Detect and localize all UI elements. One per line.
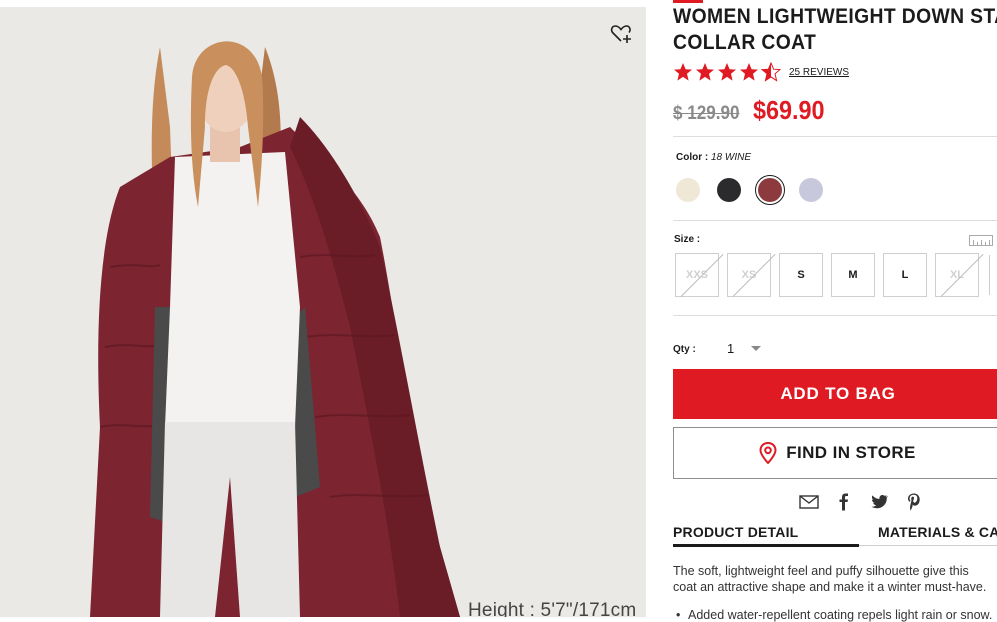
rating-row: 25 REVIEWS (673, 62, 849, 82)
size-option-xxs: XXS (675, 253, 719, 297)
star-full-icon (718, 63, 736, 81)
tab-product-detail[interactable]: PRODUCT DETAIL (673, 524, 798, 540)
color-label: Color : 18 WINE (676, 152, 751, 163)
twitter-icon[interactable] (869, 492, 889, 512)
product-title-line-2: COLLAR COAT (673, 31, 817, 54)
add-to-bag-button[interactable]: ADD TO BAG (673, 369, 997, 419)
color-label-text: Color : (676, 152, 709, 163)
size-option-l[interactable]: L (883, 253, 927, 297)
location-pin-icon (759, 442, 777, 464)
find-in-store-label: FIND IN STORE (786, 443, 916, 462)
product-image[interactable]: Height : 5'7"/171cm (0, 7, 646, 617)
find-in-store-button[interactable]: FIND IN STORE (673, 427, 997, 479)
product-title: WOMEN LIGHTWEIGHT DOWN STAND COLLAR COAT (673, 4, 997, 56)
pinterest-icon[interactable] (904, 492, 924, 512)
star-half-icon (761, 62, 781, 82)
divider (673, 315, 997, 316)
tab-baseline (859, 545, 997, 546)
product-info-tabs: PRODUCT DETAIL MATERIALS & CARE (673, 524, 997, 547)
product-description: The soft, lightweight feel and puffy sil… (673, 563, 997, 595)
red-accent-bar (673, 0, 703, 3)
selected-color-name: 18 WINE (711, 152, 752, 163)
model-height-caption: Height : 5'7"/171cm (468, 600, 637, 617)
size-chart-ruler-icon[interactable] (969, 235, 993, 246)
quantity-label: Qty : (673, 344, 696, 355)
description-line-1: The soft, lightweight feel and puffy sil… (673, 564, 969, 578)
chevron-down-icon (751, 345, 762, 351)
size-option-xs: XS (727, 253, 771, 297)
divider (673, 220, 997, 221)
star-rating (673, 62, 781, 82)
active-tab-indicator (673, 544, 859, 547)
quantity-select[interactable]: 1 (718, 338, 768, 358)
description-line-2: coat an attractive shape and make it a w… (673, 580, 987, 594)
size-option-s[interactable]: S (779, 253, 823, 297)
color-swatch-lavender[interactable] (799, 178, 823, 202)
size-label: Size : (674, 234, 701, 245)
email-icon[interactable] (799, 492, 819, 512)
color-swatch-wine[interactable] (755, 175, 785, 205)
size-overflow-edge (989, 255, 997, 295)
size-option-m[interactable]: M (831, 253, 875, 297)
reviews-link[interactable]: 25 REVIEWS (789, 67, 849, 78)
color-swatches (676, 175, 823, 205)
size-option-xl: XL (935, 253, 979, 297)
description-bullet: Added water-repellent coating repels lig… (676, 608, 997, 622)
star-full-icon (740, 63, 758, 81)
add-to-wishlist-icon[interactable] (609, 21, 633, 45)
share-icons (799, 492, 924, 512)
price-row: $ 129.90 $69.90 (673, 95, 833, 126)
star-full-icon (696, 63, 714, 81)
size-options: XXS XS S M L XL (675, 253, 979, 297)
tab-materials-care[interactable]: MATERIALS & CARE (878, 524, 997, 540)
quantity-value: 1 (727, 340, 735, 356)
model-photo (0, 7, 646, 617)
product-title-line-1: WOMEN LIGHTWEIGHT DOWN STAND (673, 5, 997, 28)
star-full-icon (674, 63, 692, 81)
original-price: $ 129.90 (673, 103, 740, 124)
color-swatch-cream[interactable] (676, 178, 700, 202)
sale-price: $69.90 (752, 95, 825, 125)
color-swatch-black[interactable] (717, 178, 741, 202)
divider (673, 136, 997, 137)
facebook-icon[interactable] (834, 492, 854, 512)
